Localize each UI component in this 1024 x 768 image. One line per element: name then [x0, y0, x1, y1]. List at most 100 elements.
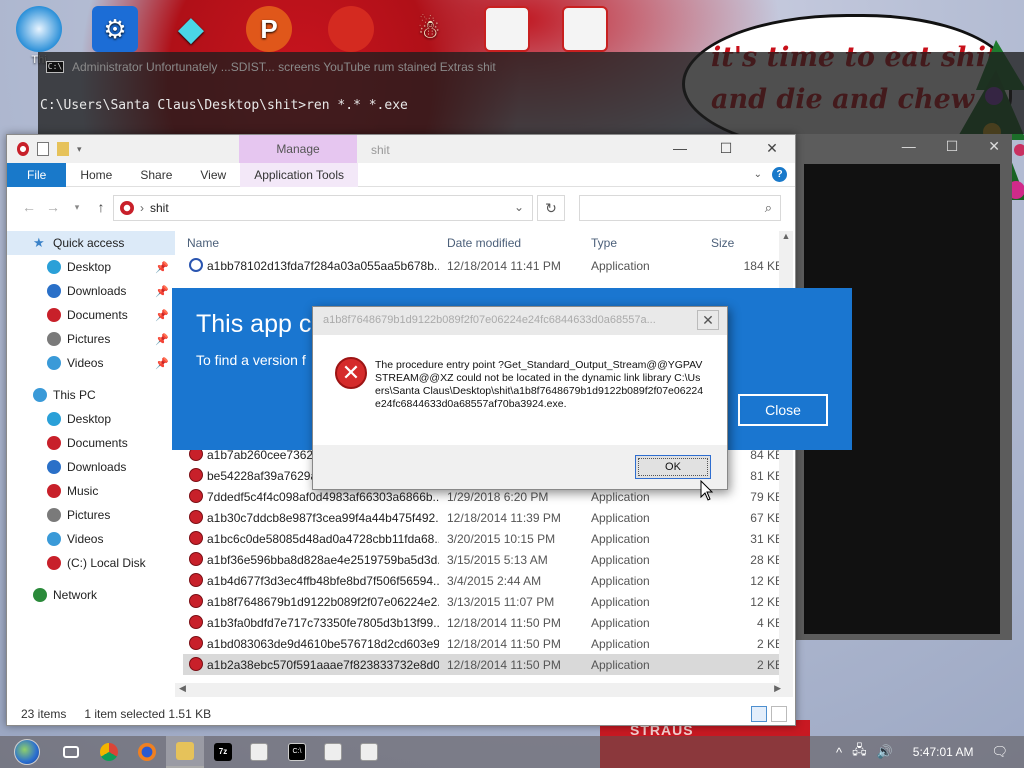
file-row[interactable]: a1bf36e596bba8d828ae4e2519759ba5d3d... 3/… [183, 549, 783, 570]
nav-item-videos[interactable]: Videos [7, 527, 175, 551]
taskbar-7zip[interactable]: 7z [204, 736, 242, 768]
search-input[interactable]: ⌕ [579, 195, 781, 221]
close-button[interactable]: Close [738, 394, 828, 426]
expand-ribbon-icon[interactable]: ⌄ [754, 169, 762, 180]
ok-button[interactable]: OK [635, 455, 711, 479]
explorer-titlebar[interactable]: ▾ Manage shit — ☐ ✕ [7, 135, 795, 163]
desktop-icon-gift-2[interactable] [552, 6, 618, 54]
clock[interactable]: 5:47:01 AM [913, 745, 974, 759]
column-name[interactable]: Name [187, 236, 219, 250]
recent-dropdown-icon[interactable]: ▾ [65, 202, 89, 213]
up-arrow-icon[interactable]: ↑ [89, 199, 113, 215]
large-icons-view-icon[interactable] [771, 706, 787, 722]
close-icon[interactable]: ✕ [988, 138, 1000, 155]
minimize-icon[interactable]: — [902, 138, 916, 155]
file-row[interactable]: a1b3fa0bdfd7e717c73350fe7805d3b13f99... 1… [183, 612, 783, 633]
breadcrumb-folder[interactable]: shit [150, 201, 169, 215]
nav-item-videos[interactable]: Videos 📌 [7, 351, 175, 375]
tab-home[interactable]: Home [66, 163, 126, 187]
error-dialog[interactable]: a1b8f7648679b1d9122b089f2f07e06224e24fc6… [312, 306, 728, 490]
desktop-icon-p-app[interactable]: P [236, 6, 302, 54]
desktop-icon-santa[interactable]: ☃ [396, 6, 462, 54]
forward-arrow-icon[interactable]: → [41, 199, 65, 215]
network-icon[interactable]: 🖧 [852, 741, 867, 763]
tab-share[interactable]: Share [126, 163, 186, 187]
nav-item-downloads[interactable]: Downloads 📌 [7, 279, 175, 303]
desktop-icon-angry-birds[interactable] [318, 6, 384, 54]
start-button[interactable] [8, 736, 46, 768]
refresh-button[interactable]: ↻ [537, 195, 565, 221]
qat-dropdown-icon[interactable]: ▾ [77, 142, 85, 156]
nav-item-desktop[interactable]: Desktop 📌 [7, 255, 175, 279]
taskbar-chrome[interactable] [90, 736, 128, 768]
file-row[interactable]: a1bc6c0de58085d48ad0a4728cbb11fda68... 3/… [183, 528, 783, 549]
minimize-button[interactable]: — [657, 135, 703, 163]
tab-application-tools[interactable]: Application Tools [240, 162, 359, 187]
taskbar-cmd[interactable]: C:\ [278, 736, 316, 768]
properties-icon[interactable] [37, 142, 49, 156]
scroll-right-icon[interactable]: ▶ [774, 683, 781, 694]
network-icon [33, 588, 47, 602]
taskbar-app-3[interactable] [350, 736, 388, 768]
file-row[interactable]: a1b30c7ddcb8e987f3cea99f4a44b475f492... 1… [183, 507, 783, 528]
file-type: Application [591, 658, 650, 672]
new-folder-icon[interactable] [57, 142, 69, 156]
tray-chevron-icon[interactable]: ^ [836, 745, 842, 760]
file-row[interactable]: a1b2a38ebc570f591aaae7f823833732e8d0... 1… [183, 654, 783, 675]
scroll-up-icon[interactable]: ▲ [779, 231, 793, 245]
address-bar[interactable]: › shit ⌄ [113, 195, 533, 221]
chevron-down-icon[interactable]: ⌄ [514, 200, 524, 214]
nav-item-pictures[interactable]: Pictures [7, 503, 175, 527]
close-button[interactable]: ✕ [749, 135, 795, 163]
file-name: a1bf36e596bba8d828ae4e2519759ba5d3d... [207, 553, 439, 567]
task-view-button[interactable] [52, 736, 90, 768]
taskbar-file-explorer[interactable] [166, 736, 204, 768]
nav-item-network[interactable]: Network [7, 583, 175, 607]
desktop-icon-gift-1[interactable] [474, 6, 540, 54]
window-title: shit [371, 143, 390, 157]
error-dialog-close-button[interactable]: ✕ [697, 310, 719, 330]
maximize-button[interactable]: ☐ [703, 135, 749, 163]
nav-item-downloads[interactable]: Downloads [7, 455, 175, 479]
cmd-titlebar[interactable]: C:\ Administrator Unfortunately ...SDIST… [38, 52, 1024, 82]
volume-icon[interactable]: 🔊 [877, 744, 893, 760]
back-arrow-icon[interactable]: ← [17, 199, 41, 215]
notification-icon[interactable]: 🗨 [991, 744, 1008, 760]
error-dialog-titlebar[interactable]: a1b8f7648679b1d9122b089f2f07e06224e24fc6… [313, 307, 727, 335]
horizontal-scrollbar[interactable]: ◀ ▶ [175, 683, 785, 697]
blue-dialog-subtitle: To find a version f [196, 352, 306, 368]
nav-item-desktop[interactable]: Desktop [7, 407, 175, 431]
desktop-icon-settings[interactable]: ⚙ [82, 6, 148, 54]
column-type[interactable]: Type [591, 236, 617, 250]
help-icon[interactable]: ? [772, 167, 787, 182]
column-size[interactable]: Size [711, 236, 734, 250]
tab-file[interactable]: File [7, 162, 67, 187]
nav-item-music[interactable]: Music [7, 479, 175, 503]
nav-item-pictures[interactable]: Pictures 📌 [7, 327, 175, 351]
app-icon[interactable] [17, 142, 29, 156]
nav-item-quick-access[interactable]: ★ Quick access [7, 231, 175, 255]
documents-icon [47, 308, 61, 322]
scroll-left-icon[interactable]: ◀ [179, 683, 186, 694]
taskbar-app-2[interactable] [314, 736, 352, 768]
command-prompt-window[interactable]: C:\ Administrator Unfortunately ...SDIST… [38, 52, 1024, 134]
tab-view[interactable]: View [186, 163, 240, 187]
manage-tab[interactable]: Manage [239, 135, 357, 163]
gift-icon [484, 6, 530, 52]
file-row[interactable]: a1b4d677f3d3ec4ffb48bfe8bd7f506f56594...… [183, 570, 783, 591]
file-row[interactable]: a1bd083063de9d4610be576718d2cd603e9... 12… [183, 633, 783, 654]
nav-item-c-local-disk[interactable]: (C:) Local Disk [7, 551, 175, 575]
file-row[interactable]: a1bb78102d13fda7f284a03a055aa5b678b... 12… [183, 255, 783, 276]
file-row[interactable]: a1b8f7648679b1d9122b089f2f07e06224e2... 3… [183, 591, 783, 612]
nav-item-documents[interactable]: Documents [7, 431, 175, 455]
taskbar-app-1[interactable] [240, 736, 278, 768]
desktop-icon-diamond[interactable]: ◆ [158, 6, 224, 54]
videos-icon [47, 356, 61, 370]
file-type: Application [591, 616, 650, 630]
details-view-icon[interactable] [751, 706, 767, 722]
taskbar-firefox[interactable] [128, 736, 166, 768]
nav-item-this-pc[interactable]: This PC [7, 383, 175, 407]
nav-item-documents[interactable]: Documents 📌 [7, 303, 175, 327]
maximize-icon[interactable]: ☐ [946, 138, 959, 155]
column-date-modified[interactable]: Date modified [447, 236, 521, 250]
